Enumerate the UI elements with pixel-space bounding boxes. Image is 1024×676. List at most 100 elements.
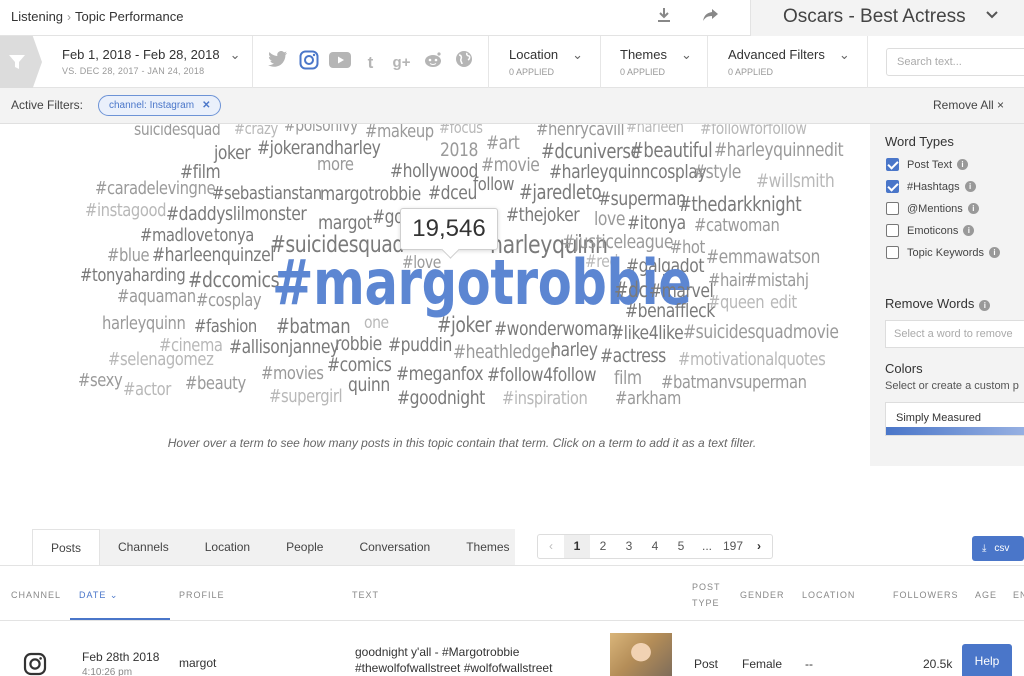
breadcrumb-root[interactable]: Listening [11,9,63,24]
cloud-term[interactable]: #cosplay [196,292,262,310]
word-type-emoticons[interactable]: Emoticons i [886,224,975,237]
cloud-term[interactable]: #caradelevingne [95,180,216,198]
word-type-post-text[interactable]: Post Text i [886,158,969,171]
cloud-term[interactable]: #art [486,134,520,153]
cloud-term[interactable]: #poisonivy [284,124,358,135]
cloud-term[interactable]: #supergirl [269,388,343,406]
cloud-term[interactable]: #puddin [388,336,452,355]
column-header-location[interactable]: LOCATION [802,590,855,600]
cloud-term[interactable]: #goodnight [397,389,485,408]
post-profile[interactable]: margot [179,656,216,670]
column-header-followers[interactable]: FOLLOWERS [893,590,959,600]
cloud-term[interactable]: #dcuniverse [541,141,641,161]
cloud-term[interactable]: #followforfollow [700,124,807,138]
column-header-age[interactable]: AGE [975,590,997,600]
cloud-term[interactable]: #actress [600,347,666,366]
cloud-term[interactable]: margotrobbie [320,185,421,204]
cloud-term[interactable]: harleyquinn [102,315,186,333]
page-button[interactable]: 197 [720,535,746,558]
cloud-term[interactable]: 2018 [440,141,478,160]
tab-posts[interactable]: Posts [32,529,101,566]
info-icon[interactable]: i [989,247,1001,258]
cloud-term[interactable]: #beautiful [630,140,713,160]
cloud-term[interactable]: #benaffleck [625,302,715,321]
column-header-channel[interactable]: CHANNEL [11,590,61,600]
cloud-term[interactable]: #tonyaharding [80,267,186,285]
cloud-term[interactable]: #hollywood [390,162,478,181]
cloud-term[interactable]: #willsmith [756,172,835,191]
column-header-post-type-line1[interactable]: POST [692,582,721,592]
cloud-term[interactable]: #hair [708,272,747,290]
cloud-term[interactable]: follow [473,176,514,194]
cloud-term[interactable]: #follow4follow [487,366,597,385]
cloud-term[interactable]: #comics [327,356,392,375]
cloud-term[interactable]: #sexy [78,372,123,390]
share-icon[interactable] [698,6,722,30]
cloud-term[interactable]: #meganfox [396,365,484,384]
checkbox[interactable] [886,202,899,215]
help-button[interactable]: Help [962,644,1012,676]
web-globe-icon[interactable] [451,50,476,75]
cloud-term[interactable]: edit [770,294,797,312]
cloud-term[interactable]: harley [551,341,598,360]
info-icon[interactable]: i [979,300,991,311]
page-button[interactable]: 4 [642,535,668,558]
post-thumbnail[interactable] [610,633,672,676]
info-icon[interactable]: i [967,203,979,214]
filter-chip[interactable]: channel: Instagram ✕ [98,95,222,116]
tumblr-icon[interactable]: t [358,50,383,75]
cloud-term[interactable]: #dccomics [188,270,280,291]
tab-conversation[interactable]: Conversation [341,529,448,565]
cloud-term[interactable]: #movie [481,156,540,175]
cloud-term[interactable]: #allisonjanney [229,338,339,357]
cloud-term[interactable]: #heathledger [453,343,556,362]
cloud-term[interactable]: #dc [614,280,648,301]
cloud-term[interactable]: #focus [439,124,483,136]
cloud-term[interactable]: #thedarkknight [678,194,802,214]
cloud-term[interactable]: #inspiration [502,390,588,408]
cloud-term[interactable]: #crazy [234,124,278,137]
date-range-picker[interactable]: Feb 1, 2018 - Feb 28, 2018 ⌄ VS. DEC 28, … [62,47,240,76]
reddit-icon[interactable] [420,50,445,75]
cloud-term[interactable]: #suicidesquadmovie [683,323,839,342]
cloud-term[interactable]: #henrycavill [536,124,625,139]
cloud-term[interactable]: #harleyquinnedit [714,141,844,160]
search-text-input[interactable]: Search text... [886,48,1024,76]
word-type-topic-keywords[interactable]: Topic Keywords i [886,246,1001,259]
cloud-term[interactable]: #actor [123,381,171,399]
download-icon[interactable] [652,6,676,30]
info-icon[interactable]: i [964,181,976,192]
column-header-gender[interactable]: GENDER [740,590,785,600]
cloud-term[interactable]: #marvel [649,282,714,301]
page-button[interactable]: 1 [564,535,590,558]
cloud-term[interactable]: #movies [261,365,324,383]
topic-selector[interactable]: Oscars - Best Actress [750,0,1024,36]
page-button[interactable]: 5 [668,535,694,558]
cloud-term[interactable]: robbie [335,335,382,354]
column-header-date[interactable]: DATE ⌄ [79,590,118,601]
cloud-term[interactable]: #wonderwoman [494,320,617,339]
tab-people[interactable]: People [268,529,341,565]
cloud-term[interactable]: #emmawatson [706,248,820,267]
cloud-term[interactable]: #selenagomez [108,351,214,369]
cloud-term[interactable]: suicidesquad [134,124,221,139]
cloud-term[interactable]: more [317,156,354,174]
column-header-text[interactable]: TEXT [352,590,379,600]
checkbox[interactable] [886,180,899,193]
cloud-term[interactable]: #catwoman [694,217,780,235]
cloud-term[interactable]: #style [693,163,741,182]
location-filter[interactable]: Location ⌄ 0 APPLIED [509,47,583,77]
cloud-term[interactable]: #aquaman [117,288,196,306]
next-page-icon[interactable]: › [746,535,772,558]
cloud-term[interactable]: #blue [107,247,150,265]
info-icon[interactable]: i [963,225,975,236]
cloud-term[interactable]: #fashion [194,318,257,336]
cloud-term[interactable]: one [364,315,389,332]
info-icon[interactable]: i [957,159,969,170]
cloud-term[interactable]: #superman [598,190,686,209]
advanced-filters[interactable]: Advanced Filters ⌄ 0 APPLIED [728,47,850,77]
cloud-term[interactable]: #queen [708,294,765,312]
column-header-post-type-line2[interactable]: TYPE [692,598,720,608]
cloud-term[interactable]: #sebastianstan [212,185,322,203]
tab-location[interactable]: Location [187,529,268,565]
